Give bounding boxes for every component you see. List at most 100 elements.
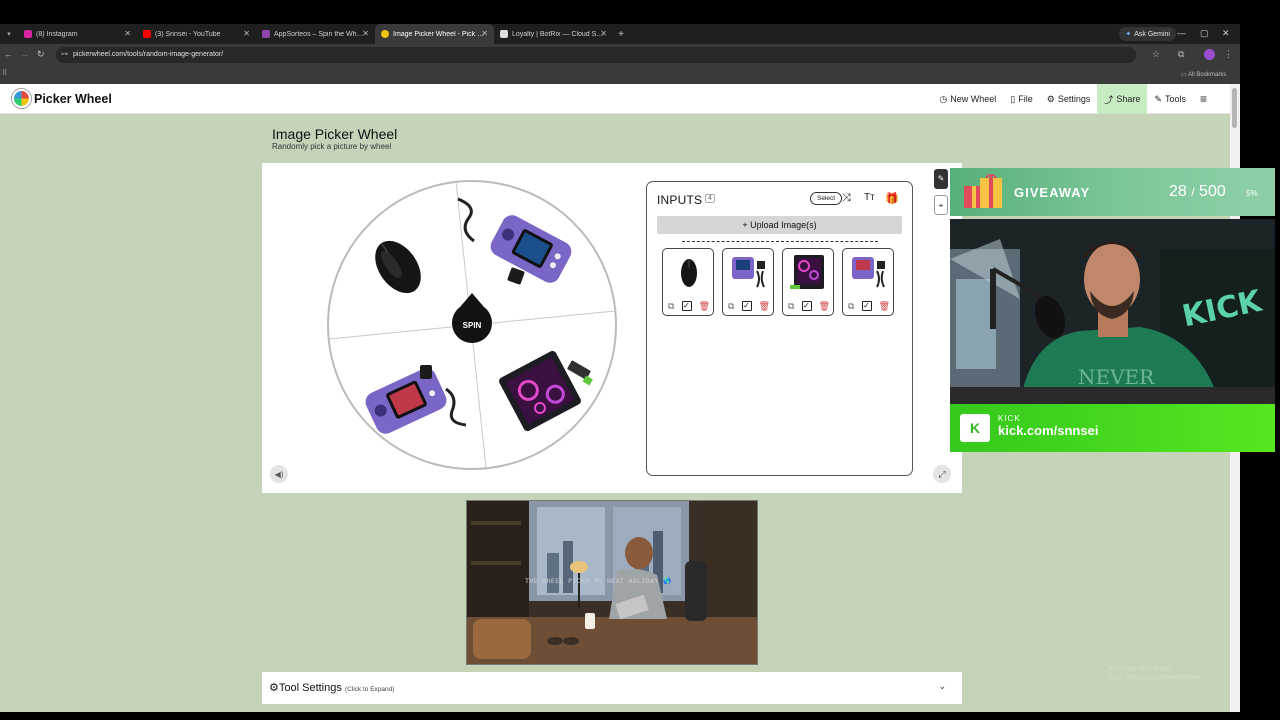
- fullscreen-icon[interactable]: ⤢: [933, 465, 951, 483]
- instagram-icon: [24, 30, 32, 38]
- page-title: Image Picker Wheel: [272, 126, 398, 142]
- url-field[interactable]: ⊶ pickerwheel.com/tools/random-image-gen…: [56, 47, 1136, 63]
- profile-avatar[interactable]: [1204, 49, 1215, 60]
- text-size-icon[interactable]: Tт: [864, 192, 875, 203]
- svg-text:NEVER: NEVER: [1078, 365, 1155, 389]
- include-checkbox[interactable]: ✓: [801, 301, 812, 311]
- forward-icon[interactable]: →: [20, 49, 29, 59]
- tool-settings-label: Tool Settings: [278, 682, 342, 694]
- copy-icon[interactable]: ⧉: [668, 301, 674, 312]
- upload-images-button[interactable]: + Upload Image(s): [657, 216, 902, 234]
- hamburger-menu-icon[interactable]: ≡: [1193, 84, 1214, 114]
- settings-button[interactable]: ⚙ Settings: [1040, 84, 1098, 114]
- page-heading: Image Picker Wheel Randomly pick a pictu…: [262, 114, 962, 163]
- browser-tab-botrix[interactable]: Loyalty | BotRix — Cloud Stream ✕: [494, 24, 613, 44]
- kick-url: kick.com/snnsei: [998, 423, 1099, 438]
- all-bookmarks[interactable]: ▭ All Bookmarks: [1181, 71, 1226, 78]
- select-button[interactable]: Select: [810, 192, 843, 205]
- scrollbar-thumb[interactable]: [1232, 88, 1237, 128]
- url-text: pickerwheel.com/tools/random-image-gener…: [73, 51, 224, 58]
- close-icon[interactable]: ✕: [243, 29, 250, 38]
- gift-box-icon: [964, 174, 1002, 208]
- gift-icon[interactable]: 🎁: [885, 192, 899, 205]
- maximize-icon[interactable]: ▢: [1200, 28, 1209, 39]
- all-bookmarks-label: All Bookmarks: [1188, 72, 1227, 78]
- input-card-console[interactable]: ⧉ ✓ 🗑: [722, 248, 774, 316]
- browser-tab-image-picker[interactable]: Image Picker Wheel - Pick a Ra ✕: [375, 24, 494, 44]
- webcam-feed: KICK NEVER: [950, 219, 1275, 404]
- browser-tab-instagram[interactable]: (8) Instagram ✕: [18, 24, 137, 44]
- browser-tab-appsorteos[interactable]: AppSorteos – Spin the Wheel & ✕: [256, 24, 375, 44]
- minimize-icon[interactable]: —: [1177, 28, 1186, 38]
- close-icon[interactable]: ✕: [124, 29, 131, 38]
- tool-settings-title: ⚙Tool Settings (Click to Expand): [269, 681, 394, 694]
- tab-title: Loyalty | BotRix — Cloud Stream: [512, 30, 604, 38]
- kick-logo-icon: K: [960, 414, 990, 442]
- sound-toggle-icon[interactable]: ◀): [270, 465, 288, 483]
- tab-search-icon[interactable]: ▾: [0, 30, 18, 38]
- tools-button[interactable]: ✎ Tools: [1147, 84, 1193, 114]
- include-checkbox[interactable]: ✓: [741, 301, 752, 311]
- copy-icon[interactable]: ⧉: [848, 301, 854, 312]
- ask-gemini-button[interactable]: ✦ Ask Gemini: [1119, 27, 1176, 41]
- site-logo[interactable]: Picker Wheel: [12, 89, 112, 108]
- divider: [682, 241, 878, 242]
- reload-icon[interactable]: ↻: [37, 49, 45, 60]
- extensions-icon[interactable]: ⧉: [1178, 49, 1184, 60]
- page-subtitle: Randomly pick a picture by wheel: [272, 142, 392, 151]
- tab-title: (3) Snnsei - YouTube: [155, 30, 221, 38]
- edit-side-tab-icon[interactable]: ✎: [934, 169, 948, 189]
- picker-wheel[interactable]: SPIN: [326, 179, 618, 471]
- copy-icon[interactable]: ⧉: [788, 301, 794, 312]
- file-label: File: [1018, 94, 1033, 104]
- inputs-title: INPUTS: [657, 193, 703, 207]
- tab-title: AppSorteos – Spin the Wheel &: [274, 30, 366, 38]
- apps-grid-icon[interactable]: ⠿: [2, 69, 7, 77]
- include-checkbox[interactable]: ✓: [681, 301, 692, 311]
- site-info-icon[interactable]: ⊶: [61, 47, 68, 63]
- bookmark-star-icon[interactable]: ☆: [1152, 49, 1160, 60]
- new-wheel-label: New Wheel: [950, 94, 997, 104]
- giveaway-label: GIVEAWAY: [1014, 185, 1091, 200]
- close-icon[interactable]: ✕: [362, 29, 369, 38]
- wheel-logo-icon: [12, 89, 31, 108]
- kick-banner: K KICK kick.com/snnsei: [950, 404, 1275, 452]
- delete-icon[interactable]: 🗑: [759, 301, 770, 312]
- tab-title: Image Picker Wheel - Pick a Ra: [393, 30, 485, 38]
- folder-icon: ▭: [1181, 72, 1187, 78]
- close-icon[interactable]: ✕: [481, 29, 488, 38]
- input-card-mouse[interactable]: ⧉ ✓ 🗑: [662, 248, 714, 316]
- share-label: Share: [1116, 94, 1141, 104]
- gear-icon: ⚙: [269, 682, 279, 694]
- copy-icon[interactable]: ⧉: [728, 301, 734, 312]
- gemini-icon: ✦: [1125, 31, 1132, 38]
- tools-label: Tools: [1164, 94, 1186, 104]
- file-button[interactable]: ▯ File: [1003, 84, 1039, 114]
- giveaway-percent: 5%: [1246, 189, 1258, 198]
- browser-menu-icon[interactable]: ⋮: [1224, 49, 1233, 60]
- back-icon[interactable]: ←: [4, 49, 13, 59]
- video-ad[interactable]: THE WHEEL PICKS MY NEXT HOLIDAY 🌎: [466, 500, 758, 665]
- new-tab-button[interactable]: +: [613, 29, 629, 40]
- new-wheel-button[interactable]: ◷ New Wheel: [932, 84, 1003, 114]
- window-close-icon[interactable]: ✕: [1222, 28, 1230, 39]
- close-icon[interactable]: ✕: [600, 29, 607, 38]
- browser-tab-youtube[interactable]: (3) Snnsei - YouTube ✕: [137, 24, 256, 44]
- share-button[interactable]: ⤴ Share: [1097, 84, 1148, 114]
- giveaway-banner: GIVEAWAY 28 / 500 5%: [950, 168, 1275, 216]
- inputs-panel: INPUTS 4 Select ⤨ Tт 🎁 + Upload Image(s): [646, 181, 913, 476]
- delete-icon[interactable]: 🗑: [819, 301, 830, 312]
- chevron-down-icon[interactable]: ⌄: [938, 681, 946, 692]
- input-card-gaming-pc[interactable]: ⧉ ✓ 🗑: [782, 248, 834, 316]
- streamer-camera-image: KICK NEVER: [950, 219, 1275, 404]
- delete-icon[interactable]: 🗑: [879, 301, 890, 312]
- giveaway-count: 28 / 500: [1169, 183, 1226, 201]
- pin-side-tab-icon[interactable]: ⌖: [934, 195, 948, 215]
- include-checkbox[interactable]: ✓: [861, 301, 872, 311]
- input-card-console-2[interactable]: ⧉ ✓ 🗑: [842, 248, 894, 316]
- tool-settings-bar[interactable]: ⚙Tool Settings (Click to Expand) ⌄: [262, 672, 962, 704]
- delete-icon[interactable]: 🗑: [699, 301, 710, 312]
- shuffle-icon[interactable]: ⤨: [842, 192, 851, 205]
- kick-label: KICK: [998, 414, 1021, 423]
- tools-icon: ✎: [1154, 93, 1162, 104]
